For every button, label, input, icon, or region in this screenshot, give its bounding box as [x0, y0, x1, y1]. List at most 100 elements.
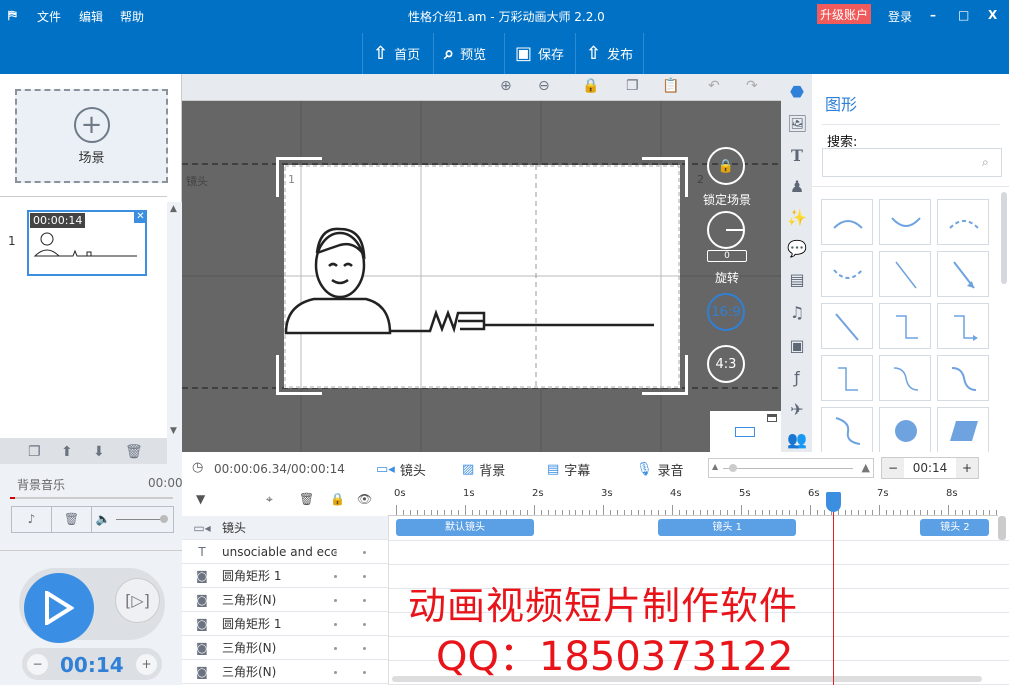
shape-arrow[interactable] — [937, 251, 989, 297]
delete-scene-button[interactable]: 🗑 — [125, 444, 143, 460]
camera-corner[interactable] — [642, 355, 688, 395]
visibility-icon[interactable]: 👁 — [357, 492, 372, 506]
effects-category-icon[interactable]: ✨ — [787, 208, 807, 228]
decrease-duration-button[interactable]: − — [27, 654, 48, 675]
camera-corner[interactable] — [642, 157, 688, 197]
upgrade-button[interactable]: 升级账户 — [817, 4, 872, 24]
timeline-layer[interactable]: ◙ 三角形(N) — [182, 588, 388, 612]
timeline-layer[interactable]: Tunsociable and ecc — [182, 540, 388, 564]
duration-minus-button[interactable]: − — [882, 458, 904, 478]
add-music-icon[interactable]: ♪ — [12, 507, 52, 532]
add-scene-button[interactable]: + 场景 — [15, 89, 168, 183]
ratio-16-9-button[interactable]: 16:9 — [707, 293, 745, 331]
undo-icon[interactable]: ↶ — [708, 78, 720, 94]
menu-file[interactable]: 文件 — [37, 8, 61, 25]
volume-slider[interactable] — [114, 507, 173, 532]
close-button[interactable]: X — [988, 8, 997, 22]
menu-edit[interactable]: 编辑 — [79, 8, 103, 25]
scene-thumbnail[interactable]: 00:00:14 ✕ — [27, 210, 147, 276]
delete-music-icon[interactable]: 🗑 — [52, 507, 92, 532]
preview-frame-button[interactable]: [▷] — [115, 578, 160, 623]
increase-duration-button[interactable]: + — [136, 654, 157, 675]
time-ruler[interactable]: 0s 1s 2s 3s 4s 5s 6s 7s 8s — [388, 482, 998, 516]
record-button[interactable]: 🎙 录音 — [636, 460, 684, 479]
character-category-icon[interactable]: ♟ — [787, 177, 807, 197]
shape-s-curve-arrow[interactable] — [937, 355, 989, 401]
shape-elbow[interactable] — [879, 303, 931, 349]
shape-arc[interactable] — [821, 199, 873, 245]
text-category-icon[interactable]: T — [787, 146, 807, 166]
delete-scene-icon[interactable]: ✕ — [134, 210, 147, 223]
timeline-layer[interactable]: ▭◂ 镜头 — [182, 516, 388, 540]
ratio-4-3-button[interactable]: 4:3 — [707, 345, 745, 383]
camera-corner[interactable] — [276, 355, 322, 395]
background-button[interactable]: ▨ 背景 — [462, 460, 505, 479]
subtitle-button[interactable]: ▤ 字幕 — [547, 460, 590, 479]
scene-scrollbar[interactable]: ▲ ▼ — [167, 202, 182, 438]
shape-double-arrow[interactable] — [821, 303, 873, 349]
timeline-vscroll[interactable] — [998, 516, 1006, 540]
stage[interactable] — [284, 165, 680, 388]
copy-scene-icon[interactable]: ❐ — [28, 444, 41, 460]
canvas-area[interactable]: 镜头 1 2 🔒 锁定场景 0 旋转 16:9 4:3 — [182, 101, 781, 452]
people-category-icon[interactable]: 👥 — [787, 430, 807, 450]
speech-bubble-category-icon[interactable]: 💬 — [787, 239, 807, 259]
shape-elbow-double-arrow[interactable] — [821, 355, 873, 401]
rotate-dial[interactable] — [707, 211, 745, 249]
duration-plus-button[interactable]: + — [956, 458, 978, 478]
login-button[interactable]: 登录 — [888, 8, 912, 25]
search-input[interactable] — [822, 148, 1002, 177]
timeline-zoom-slider[interactable]: ▲ ▲ — [708, 458, 874, 478]
minimap[interactable] — [710, 411, 781, 452]
lens-segment[interactable]: 镜头 1 — [658, 519, 797, 536]
publish-button[interactable]: ⇧ 发布 — [575, 33, 645, 74]
timeline-layer[interactable]: ◙ 三角形(N) — [182, 636, 388, 660]
delete-layer-icon[interactable]: 🗑 — [299, 492, 314, 506]
shape-dashed-arc[interactable] — [937, 199, 989, 245]
shape-elbow-arrow[interactable] — [937, 303, 989, 349]
lock-icon[interactable]: 🔒 — [582, 78, 599, 94]
home-button[interactable]: ⇧ 首页 — [362, 33, 430, 74]
timeline-duration-input[interactable]: 00:14 — [904, 458, 956, 478]
timeline-layer[interactable]: ◙ 圆角矩形 1 — [182, 612, 388, 636]
save-button[interactable]: ▣ 保存 — [504, 33, 574, 74]
play-button[interactable] — [24, 573, 94, 643]
lock-layer-icon[interactable]: 🔒 — [330, 492, 345, 506]
timeline-layer[interactable]: ◙ 三角形(N) — [182, 660, 388, 684]
bgmusic-progress[interactable] — [10, 497, 173, 499]
shape-curve-double-arrow[interactable] — [821, 407, 873, 453]
menu-help[interactable]: 帮助 — [120, 8, 144, 25]
shape-arc-arrow[interactable] — [879, 199, 931, 245]
shape-category-icon[interactable]: ⬣ — [787, 82, 807, 102]
rotate-value-input[interactable]: 0 — [707, 250, 747, 262]
zoom-out-icon[interactable]: ⊖ — [538, 78, 550, 94]
lens-segment[interactable]: 镜头 2 — [920, 519, 990, 536]
minimize-button[interactable]: – — [930, 8, 936, 22]
copy-icon[interactable]: ❐ — [626, 78, 639, 94]
filter-icon[interactable]: ▼ — [196, 492, 205, 506]
shape-parallelogram[interactable] — [937, 407, 989, 453]
video-category-icon[interactable]: ▣ — [787, 336, 807, 356]
move-down-icon[interactable]: ⬇ — [93, 444, 105, 460]
shape-circle[interactable] — [879, 407, 931, 453]
shape-panel-scrollbar[interactable] — [1001, 192, 1007, 284]
add-lens-button[interactable]: ▭◂ 镜头 — [376, 460, 426, 479]
redo-icon[interactable]: ↷ — [746, 78, 758, 94]
locate-icon[interactable]: ⌖ — [266, 492, 273, 507]
camera-corner[interactable] — [276, 157, 322, 197]
flash-category-icon[interactable]: ƒ — [787, 368, 807, 388]
music-category-icon[interactable]: ♫ — [787, 303, 807, 323]
paste-icon[interactable]: 📋 — [662, 78, 679, 94]
shape-line[interactable] — [879, 251, 931, 297]
inbox-category-icon[interactable]: ▤ — [787, 270, 807, 290]
plane-category-icon[interactable]: ✈ — [787, 400, 807, 420]
shape-dashed-arc-arrow[interactable] — [821, 251, 873, 297]
timeline-layer[interactable]: ◙ 圆角矩形 1 — [182, 564, 388, 588]
volume-icon[interactable]: 🔈 — [92, 507, 114, 532]
lens-segment[interactable]: 默认镜头 — [396, 519, 534, 536]
move-up-icon[interactable]: ⬆ — [61, 444, 73, 460]
lock-scene-button[interactable]: 🔒 — [707, 147, 745, 185]
playhead[interactable] — [826, 492, 842, 685]
zoom-in-icon[interactable]: ⊕ — [500, 78, 512, 94]
preview-button[interactable]: ⌕ 预览 — [433, 33, 496, 74]
